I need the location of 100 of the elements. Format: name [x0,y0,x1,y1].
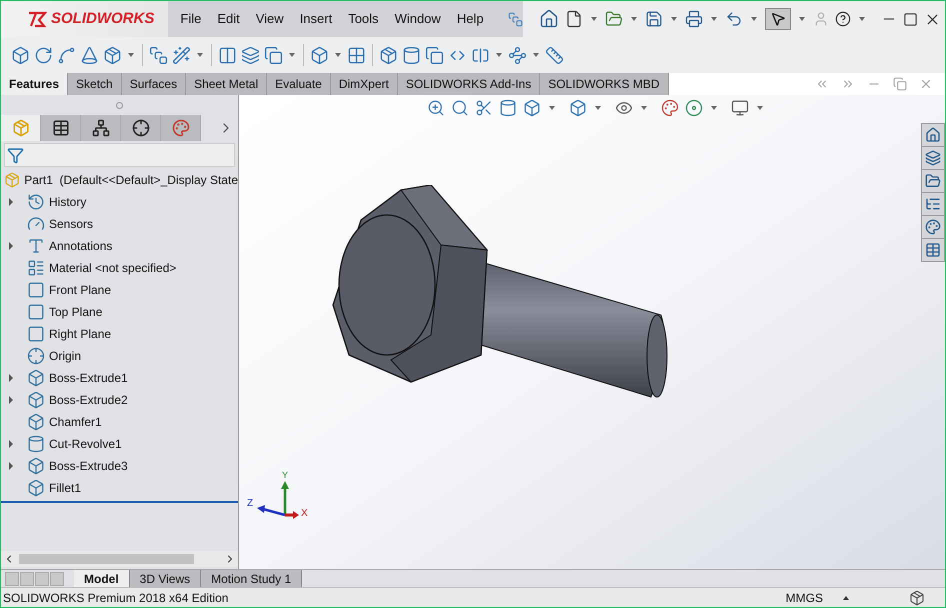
caret-icon[interactable] [641,106,647,110]
tree-root-label[interactable]: Part1 (Default<<Default>_Display State [24,171,238,189]
model-tab[interactable]: Model [74,570,130,587]
tree-item-label[interactable]: Top Plane [49,303,102,321]
tree-item-label[interactable]: Boss-Extrude3 [49,457,128,475]
caret-icon[interactable] [533,53,539,57]
box-icon[interactable] [310,46,329,64]
revolve-icon[interactable] [34,46,53,64]
command-tab[interactable]: Sheet Metal [186,73,268,95]
copy-icon[interactable] [425,46,444,64]
caret-icon[interactable] [289,53,295,57]
zoom-icon[interactable] [427,99,445,117]
tree-item-label[interactable]: Cut-Revolve1 [49,435,122,453]
cone-icon[interactable] [80,46,99,64]
panel-tab[interactable] [41,115,81,141]
expand-arrow-icon[interactable] [9,396,13,404]
caret-icon[interactable] [858,17,865,21]
expand-arrow-icon[interactable] [9,440,13,448]
menu-item[interactable]: View [256,9,284,29]
tree-item-label[interactable]: Sensors [49,215,94,233]
monitor-icon[interactable] [731,99,749,117]
command-tab[interactable]: SOLIDWORKS Add-Ins [398,73,540,95]
drag-handle-icon[interactable] [116,102,123,108]
copy-icon[interactable] [264,46,283,64]
command-tab[interactable]: Surfaces [122,73,186,95]
caret-icon[interactable] [670,17,677,21]
save-icon[interactable] [644,10,663,28]
expand-arrow-icon[interactable] [9,242,13,250]
package-icon[interactable] [379,46,398,64]
box-icon[interactable] [523,99,541,117]
caret-icon[interactable] [710,17,717,21]
maximize-icon[interactable] [902,12,918,26]
caret-icon[interactable] [595,106,601,110]
task-pane-button[interactable] [922,170,944,192]
tree-item-label[interactable]: History [49,193,86,211]
caret-icon[interactable] [757,106,763,110]
cylinder-icon[interactable] [499,99,517,117]
tree-item-label[interactable]: Annotations [49,237,112,255]
split-icon[interactable] [471,46,490,64]
menu-item[interactable]: File [180,9,202,29]
search-icon[interactable] [451,99,469,117]
panel-tab[interactable] [81,115,121,141]
box-icon[interactable] [11,46,30,64]
caret-icon[interactable] [128,53,134,57]
tree-item-label[interactable]: Material <not specified> [49,259,176,277]
tree-item-label[interactable]: Boss-Extrude2 [49,391,128,409]
filter-field[interactable] [4,143,235,167]
undo-icon[interactable] [724,10,743,28]
units-label[interactable]: MMGS [786,588,823,606]
layers-icon[interactable] [241,46,260,64]
restore-icon[interactable] [893,77,907,91]
tree-item-label[interactable]: Right Plane [49,325,112,343]
menu-item[interactable]: Help [456,9,484,29]
select-button[interactable] [764,8,791,30]
scissors-icon[interactable] [475,99,493,117]
menu-item[interactable]: Window [394,9,441,29]
tree-item-label[interactable]: Fillet1 [49,479,82,497]
task-pane-button[interactable] [922,124,944,146]
task-pane-button[interactable] [922,216,944,238]
expand-arrow-icon[interactable] [9,462,13,470]
caret-icon[interactable] [630,17,637,21]
menu-item[interactable]: Tools [348,9,379,29]
model-tab[interactable]: Motion Study 1 [201,570,302,587]
task-pane-button[interactable] [922,147,944,169]
home-icon[interactable] [538,9,559,29]
model-tab[interactable]: 3D Views [130,570,202,587]
caret-icon[interactable] [590,17,597,21]
tree-item-label[interactable]: Chamfer1 [49,413,102,431]
command-tab[interactable]: DimXpert [330,73,398,95]
task-pane-button[interactable] [922,239,944,261]
eye-icon[interactable] [615,99,633,117]
caret-icon[interactable] [335,53,341,57]
package-icon[interactable] [103,46,122,64]
wand-icon[interactable] [172,46,191,64]
graphics-viewport[interactable]: Y Z X [239,95,945,569]
caret-icon[interactable] [197,53,203,57]
tree-item-label[interactable]: Boss-Extrude1 [49,369,128,387]
tree-item-label[interactable]: Front Plane [49,281,112,299]
caret-icon[interactable] [549,106,555,110]
stack-icon[interactable] [149,46,168,64]
command-tab[interactable]: Evaluate [267,73,331,95]
panel-tab[interactable] [121,115,161,141]
open-folder-icon[interactable] [604,10,623,28]
ruler-icon[interactable] [545,46,564,64]
printer-icon[interactable] [684,10,703,28]
box-icon[interactable] [569,99,587,117]
grid-icon[interactable] [347,46,366,64]
caret-icon[interactable] [496,53,502,57]
command-tab[interactable]: Sketch [68,73,122,95]
help-icon[interactable] [834,11,851,27]
caret-icon[interactable] [711,106,717,110]
caret-icon[interactable] [750,17,757,21]
tree-item-label[interactable]: Origin [49,347,82,365]
columns-icon[interactable] [218,46,237,64]
expand-arrow-icon[interactable] [9,198,13,206]
menu-item[interactable]: Insert [300,9,332,29]
task-pane-button[interactable] [922,193,944,215]
menu-item[interactable]: Edit [217,9,240,29]
caret-icon[interactable] [798,17,805,21]
horizontal-scrollbar[interactable] [1,551,238,567]
